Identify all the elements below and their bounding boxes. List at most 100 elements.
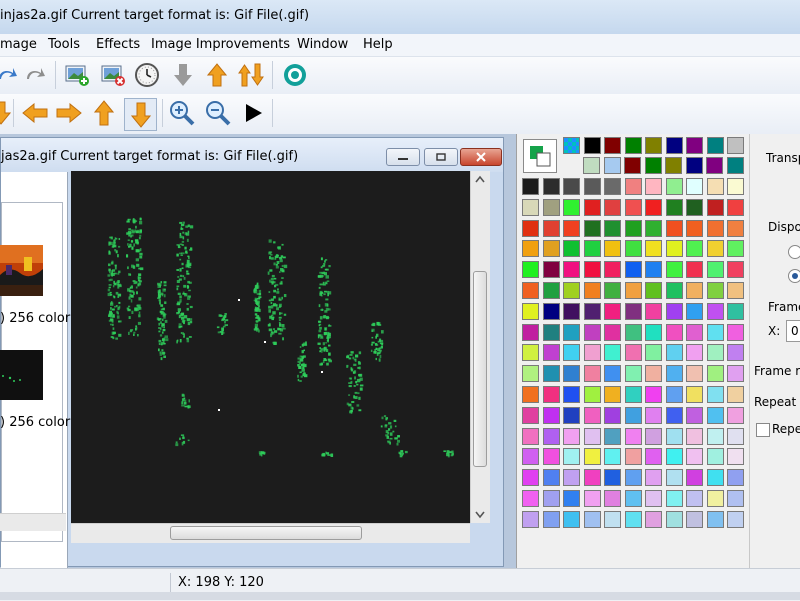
palette-color[interactable] (522, 261, 539, 278)
palette-color[interactable] (543, 178, 560, 195)
palette-color[interactable] (522, 428, 539, 445)
palette-color[interactable] (522, 220, 539, 237)
palette-color[interactable] (584, 448, 601, 465)
palette-color[interactable] (707, 324, 724, 341)
palette-color[interactable] (707, 407, 724, 424)
menu-help[interactable]: Help (363, 37, 393, 52)
zoom-in-icon[interactable] (167, 98, 197, 128)
palette-color[interactable] (707, 386, 724, 403)
play-icon[interactable] (238, 98, 268, 128)
palette-color[interactable] (686, 386, 703, 403)
palette-color[interactable] (666, 178, 683, 195)
palette-color[interactable] (563, 448, 580, 465)
palette-color[interactable] (686, 324, 703, 341)
palette-color[interactable] (625, 344, 642, 361)
palette-color[interactable] (522, 469, 539, 486)
palette-color[interactable] (543, 220, 560, 237)
palette-color[interactable] (604, 344, 621, 361)
preview-icon[interactable] (280, 60, 310, 90)
palette-color[interactable] (584, 490, 601, 507)
palette-color[interactable] (584, 324, 601, 341)
palette-color[interactable] (583, 157, 600, 174)
palette-color[interactable] (707, 448, 724, 465)
palette-color[interactable] (645, 157, 662, 174)
scroll-up-icon[interactable] (475, 175, 485, 183)
palette-color[interactable] (666, 469, 683, 486)
palette-color[interactable] (645, 428, 662, 445)
palette-color[interactable] (522, 386, 539, 403)
palette-color[interactable] (543, 511, 560, 528)
palette-color[interactable] (645, 365, 662, 382)
palette-color[interactable] (604, 324, 621, 341)
palette-color[interactable] (584, 178, 601, 195)
palette-color[interactable] (543, 448, 560, 465)
palette-color[interactable] (625, 469, 642, 486)
palette-color[interactable] (707, 490, 724, 507)
palette-color[interactable] (645, 344, 662, 361)
palette-color[interactable] (625, 199, 642, 216)
palette-color[interactable] (522, 282, 539, 299)
palette-color[interactable] (563, 511, 580, 528)
palette-color[interactable] (563, 407, 580, 424)
palette-color[interactable] (645, 261, 662, 278)
palette-color[interactable] (686, 365, 703, 382)
palette-color[interactable] (707, 303, 724, 320)
palette-color[interactable] (645, 240, 662, 257)
scroll-down-icon[interactable] (475, 511, 485, 519)
palette-color[interactable] (666, 324, 683, 341)
palette-color[interactable] (604, 282, 621, 299)
move-up-icon[interactable] (202, 60, 232, 90)
menu-image-improvements[interactable]: Image Improvements (151, 37, 290, 52)
palette-color[interactable] (563, 178, 580, 195)
palette-color[interactable] (543, 199, 560, 216)
palette-color[interactable] (625, 220, 642, 237)
palette-color[interactable] (727, 137, 744, 154)
palette-color[interactable] (543, 490, 560, 507)
vertical-scroll-thumb[interactable] (473, 271, 487, 467)
palette-color[interactable] (584, 303, 601, 320)
palette-color[interactable] (686, 261, 703, 278)
palette-color[interactable] (522, 344, 539, 361)
palette-color[interactable] (543, 469, 560, 486)
palette-color[interactable] (604, 365, 621, 382)
palette-color[interactable] (584, 344, 601, 361)
palette-color[interactable] (604, 511, 621, 528)
palette-color[interactable] (604, 448, 621, 465)
palette-color[interactable] (727, 407, 744, 424)
palette-color[interactable] (707, 282, 724, 299)
palette-color[interactable] (727, 448, 744, 465)
palette-color[interactable] (707, 137, 724, 154)
palette-color[interactable] (727, 386, 744, 403)
palette-color[interactable] (666, 407, 683, 424)
palette-color[interactable] (686, 303, 703, 320)
palette-color[interactable] (707, 199, 724, 216)
palette-color[interactable] (563, 240, 580, 257)
palette-color[interactable] (686, 282, 703, 299)
palette-color[interactable] (604, 178, 621, 195)
palette-color[interactable] (727, 178, 744, 195)
palette-color[interactable] (686, 511, 703, 528)
palette-color[interactable] (707, 178, 724, 195)
frame-thumbnail-1[interactable] (0, 245, 43, 296)
palette-color[interactable] (543, 428, 560, 445)
palette-color[interactable] (563, 490, 580, 507)
timer-icon[interactable] (132, 60, 162, 90)
palette-color[interactable] (543, 407, 560, 424)
palette-color[interactable] (604, 469, 621, 486)
palette-color[interactable] (666, 448, 683, 465)
palette-color[interactable] (686, 407, 703, 424)
palette-color[interactable] (563, 137, 580, 154)
palette-color[interactable] (666, 428, 683, 445)
palette-color[interactable] (625, 303, 642, 320)
palette-color[interactable] (645, 490, 662, 507)
palette-color[interactable] (686, 448, 703, 465)
palette-color[interactable] (686, 137, 703, 154)
palette-color[interactable] (727, 511, 744, 528)
palette-color[interactable] (604, 199, 621, 216)
palette-color[interactable] (686, 240, 703, 257)
palette-color[interactable] (624, 157, 641, 174)
palette-color[interactable] (727, 324, 744, 341)
palette-color[interactable] (707, 511, 724, 528)
palette-color[interactable] (645, 199, 662, 216)
palette-color[interactable] (584, 137, 601, 154)
